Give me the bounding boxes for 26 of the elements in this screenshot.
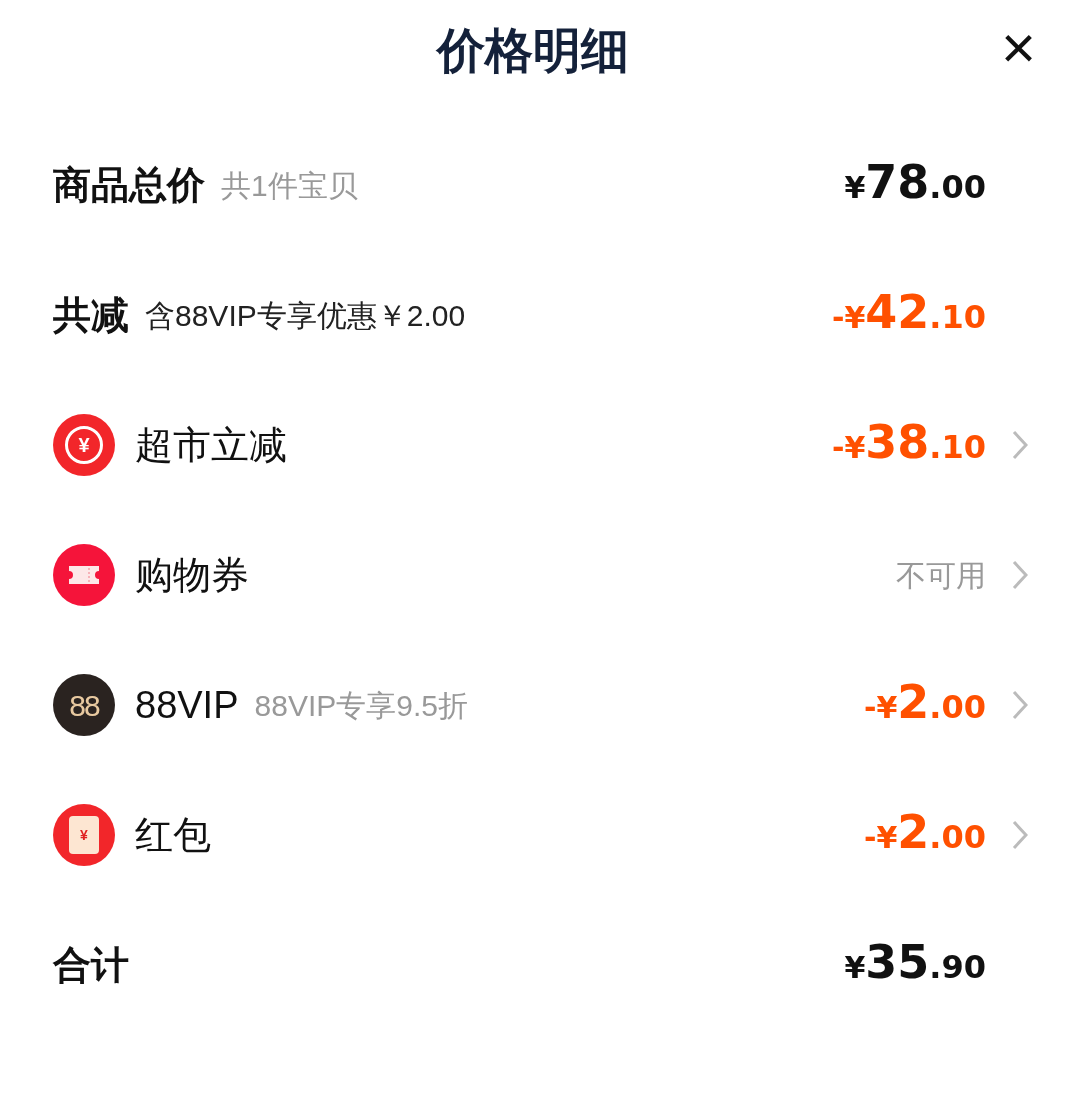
price-amount: -¥38.10 [831, 419, 986, 471]
row-label[interactable]: 购物券 [135, 546, 249, 604]
row-note: 88VIP专享9.5折 [254, 687, 468, 724]
price-amount: ¥35.90 [844, 939, 986, 991]
price-amount: ¥78.00 [844, 159, 986, 211]
price-amount: -¥2.00 [863, 679, 986, 731]
chevron-right-icon [1012, 560, 1028, 590]
row-note: 共1件宝贝 [221, 167, 358, 204]
yen-refund-icon: ¥ [53, 414, 115, 476]
status-text: 不可用 [896, 557, 986, 594]
chevron-right-icon [1012, 690, 1028, 720]
price-amount: -¥42.10 [831, 289, 986, 341]
close-button[interactable]: × [1000, 18, 1036, 78]
price-amount: -¥2.00 [863, 809, 986, 861]
row-label: 合计 [53, 941, 129, 989]
row-label[interactable]: 超市立减 [135, 416, 287, 474]
row-label[interactable]: 红包 [135, 806, 211, 864]
chevron-right-icon [1012, 430, 1028, 460]
chevron-right-icon [1012, 820, 1028, 850]
dialog-title: 价格明细 [437, 21, 629, 80]
row-label: 商品总价 [53, 161, 205, 209]
row-label: 共减 [53, 291, 129, 339]
row-label[interactable]: 88VIP [135, 676, 239, 734]
vip-badge-icon: 88 [53, 674, 115, 736]
envelope-icon: ¥ [53, 804, 115, 866]
row-note: 含88VIP专享优惠￥2.00 [145, 297, 466, 334]
